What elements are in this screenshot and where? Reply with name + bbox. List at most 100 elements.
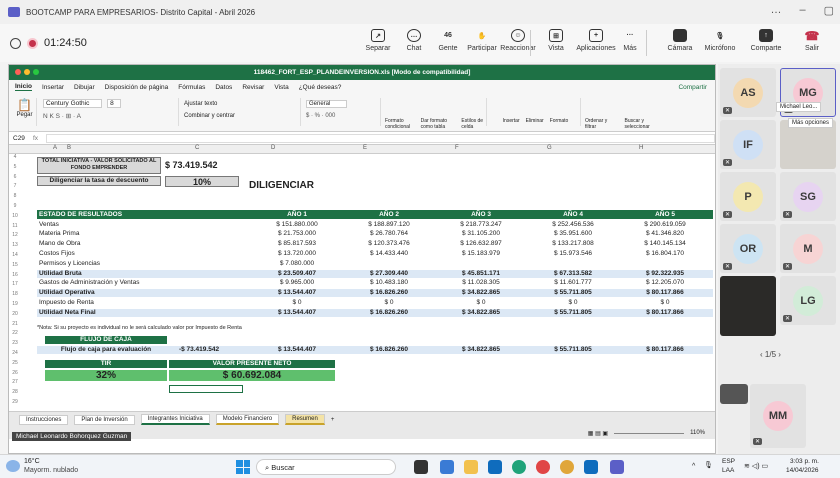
format-cells-button[interactable]: Formato — [550, 118, 569, 126]
row-number[interactable]: 10 — [9, 213, 21, 219]
delete-cells-button[interactable]: Eliminar — [526, 118, 544, 126]
weather-desc[interactable]: Mayorm. nublado — [24, 467, 78, 474]
row-number[interactable]: 11 — [9, 223, 21, 229]
menu-inicio[interactable]: Inicio — [15, 83, 32, 91]
row-number[interactable]: 28 — [9, 389, 21, 395]
menu-disposicion[interactable]: Disposición de página — [105, 84, 169, 91]
clock-date[interactable]: 14/04/2026 — [786, 467, 819, 474]
column-header[interactable]: C — [195, 145, 199, 151]
copilot-icon[interactable] — [440, 460, 454, 474]
zoom-dot-icon[interactable] — [33, 69, 39, 75]
windows-start-icon[interactable] — [236, 460, 250, 474]
format-table-button[interactable]: Dar formato como tabla — [421, 118, 458, 130]
minimize-dot-icon[interactable] — [24, 69, 30, 75]
row-number[interactable]: 21 — [9, 321, 21, 327]
tray-mic-icon[interactable]: 🎙 — [704, 461, 713, 469]
row-number[interactable]: 19 — [9, 301, 21, 307]
menu-formulas[interactable]: Fórmulas — [178, 84, 205, 91]
row-number[interactable]: 6 — [9, 174, 21, 180]
taskbar-search[interactable]: ⌕ Buscar — [256, 459, 396, 475]
task-view-icon[interactable] — [414, 460, 428, 474]
column-header[interactable]: D — [271, 145, 275, 151]
vista-button[interactable]: ⊞ Vista — [536, 29, 576, 52]
column-header[interactable]: F — [455, 145, 459, 151]
row-number[interactable]: 12 — [9, 232, 21, 238]
cell-styles-button[interactable]: Estilos de celda — [461, 118, 486, 130]
network-volume-icons[interactable]: ≋ ◁) ▭ — [744, 462, 768, 470]
mic-button[interactable]: 🎙 Micrófono — [700, 29, 740, 53]
row-number[interactable]: 27 — [9, 379, 21, 385]
sort-filter-button[interactable]: Ordenar y filtrar — [585, 118, 619, 130]
keyboard-layout[interactable]: LAA — [722, 467, 734, 474]
row-number[interactable]: 16 — [9, 272, 21, 278]
row-number[interactable]: 13 — [9, 242, 21, 248]
menu-revisar[interactable]: Revisar — [242, 84, 264, 91]
row-number[interactable]: 25 — [9, 360, 21, 366]
spreadsheet-grid[interactable]: 4 5 6 7 8 9 10 11 12 13 14 15 16 17 18 19 20 21 22 23 24 25 26… — [9, 154, 715, 411]
paste-button[interactable]: 📋 Pegar — [13, 98, 37, 126]
row-number[interactable]: 15 — [9, 262, 21, 268]
add-sheet-icon[interactable]: + — [331, 417, 335, 423]
reaccionar-button[interactable]: ☺ Reaccionar — [498, 29, 538, 52]
tab-instrucciones[interactable]: Instrucciones — [19, 414, 69, 425]
menu-insertar[interactable]: Insertar — [42, 84, 64, 91]
find-select-button[interactable]: Buscar y seleccionar — [625, 118, 670, 130]
row-number[interactable]: 20 — [9, 311, 21, 317]
name-box[interactable]: C29 — [13, 135, 25, 142]
row-number[interactable]: 24 — [9, 350, 21, 356]
conditional-format-button[interactable]: Formato condicional — [385, 118, 417, 130]
menu-datos[interactable]: Datos — [215, 84, 232, 91]
clock-time[interactable]: 3:03 p. m. — [790, 458, 819, 465]
row-number[interactable]: 17 — [9, 281, 21, 287]
share-link[interactable]: Compartir — [678, 84, 707, 91]
separar-button[interactable]: ↗ Separar — [358, 29, 398, 52]
zoom-slider[interactable] — [614, 432, 685, 434]
camera-button[interactable]: ✕ Cámara — [660, 29, 700, 52]
leave-button[interactable]: ☎ Salir — [792, 29, 832, 53]
tab-integrantes[interactable]: Integrantes Iniciativa — [140, 414, 210, 425]
column-header[interactable]: H — [639, 145, 643, 151]
formula-input[interactable] — [46, 133, 715, 143]
weather-temp[interactable]: 16°C — [24, 458, 40, 465]
participant-tile[interactable]: P ✕ — [720, 172, 776, 221]
participant-tile[interactable]: SG ✕ — [780, 172, 836, 221]
store-icon[interactable] — [488, 460, 502, 474]
row-number[interactable]: 4 — [9, 154, 21, 160]
column-header[interactable]: E — [363, 145, 367, 151]
mas-button[interactable]: ··· Más — [610, 29, 650, 52]
menu-search[interactable]: ¿Qué deseas? — [299, 84, 342, 91]
teams-taskbar-icon[interactable] — [610, 460, 624, 474]
selected-cell-c29[interactable] — [169, 385, 243, 394]
tab-resumen[interactable]: Resumen — [285, 414, 325, 425]
font-size-select[interactable]: 8 — [107, 99, 121, 108]
row-number[interactable]: 7 — [9, 183, 21, 189]
row-number[interactable]: 8 — [9, 193, 21, 199]
language-code[interactable]: ESP — [722, 458, 735, 465]
merge-button[interactable]: Combinar y centrar — [184, 113, 297, 119]
participant-tile[interactable]: OR ✕ — [720, 224, 776, 273]
insert-cells-button[interactable]: Insertar — [503, 118, 520, 126]
row-number[interactable]: 9 — [9, 203, 21, 209]
share-button[interactable]: ↑ Comparte — [746, 29, 786, 52]
tray-chevron-icon[interactable]: ^ — [692, 463, 695, 470]
minimize-icon[interactable]: – — [799, 4, 805, 17]
participant-tile[interactable] — [720, 384, 748, 404]
more-options-icon[interactable]: … — [770, 4, 781, 17]
row-number[interactable]: 5 — [9, 164, 21, 170]
column-header[interactable]: A — [53, 145, 57, 151]
edge-icon[interactable] — [512, 460, 526, 474]
menu-dibujar[interactable]: Dibujar — [74, 84, 95, 91]
wrap-text-button[interactable]: Ajustar texto — [184, 101, 297, 107]
column-header[interactable]: G — [547, 145, 552, 151]
number-format-select[interactable]: General — [306, 100, 348, 108]
chrome-profile-icon[interactable] — [560, 460, 574, 474]
menu-vista[interactable]: Vista — [274, 84, 288, 91]
participant-video-tile[interactable] — [720, 276, 776, 336]
formula-fx-icon[interactable]: fx — [33, 135, 38, 142]
participant-tile[interactable]: LG ✕ — [780, 276, 836, 325]
row-number[interactable]: 14 — [9, 252, 21, 258]
number-format-icons[interactable]: $ · % · 000 — [306, 113, 377, 119]
maximize-icon[interactable]: ▢ — [824, 4, 834, 17]
row-number[interactable]: 29 — [9, 399, 21, 405]
font-select[interactable]: Century Gothic — [43, 99, 103, 108]
